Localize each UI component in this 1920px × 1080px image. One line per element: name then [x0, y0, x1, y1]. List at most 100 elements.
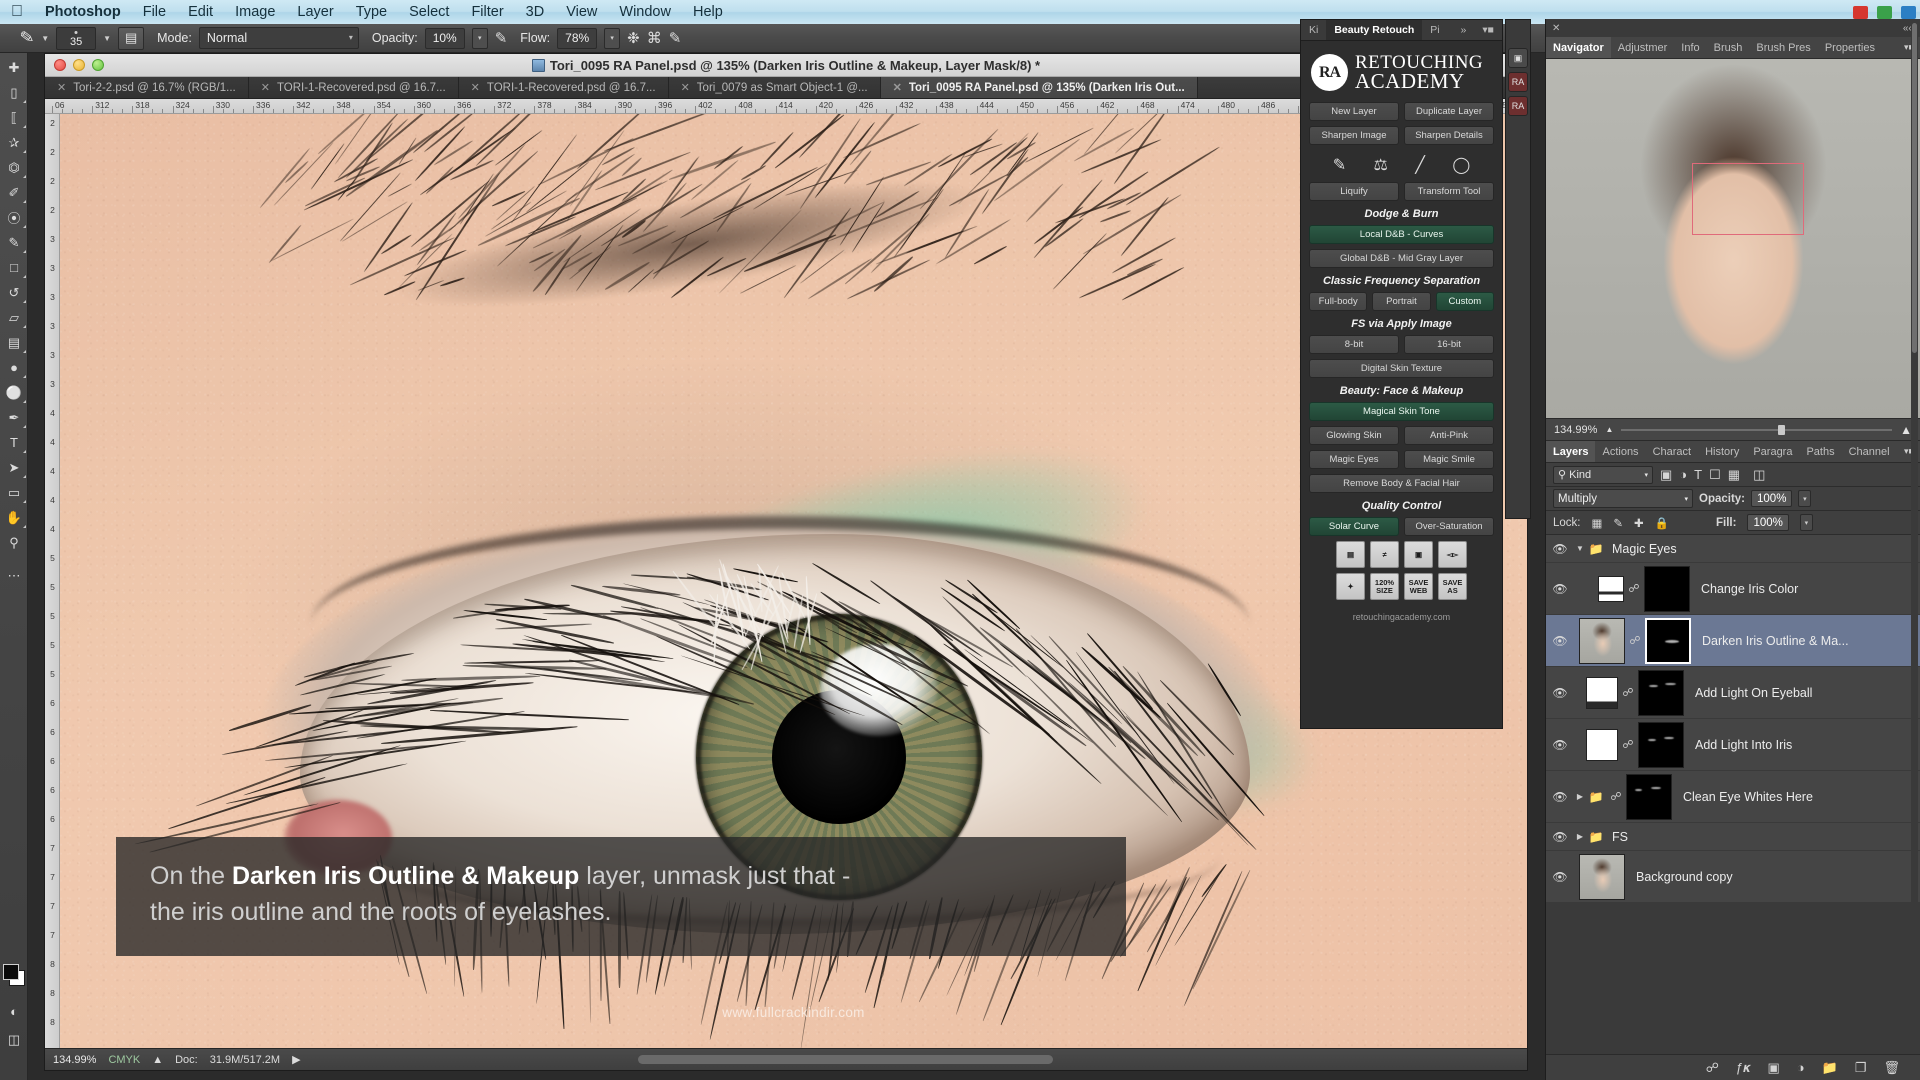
filter-toggle-icon[interactable]: ◫	[1753, 467, 1765, 483]
magic-eyes-button[interactable]: Magic Eyes	[1309, 450, 1399, 469]
levels-icon[interactable]: ▣	[1404, 541, 1433, 568]
collapsed-panel-kuler-icon[interactable]: ▣	[1508, 48, 1528, 68]
tool-pen[interactable]: ✒	[0, 405, 28, 430]
layer-row-clean-eye-whites[interactable]: 👁 ▶ 📁 ☍ Clean Eye Whites Here	[1546, 771, 1920, 823]
layer-thumbnail[interactable]	[1579, 618, 1625, 664]
link-mask-icon[interactable]: ☍	[1625, 634, 1645, 647]
layer-row-background-copy[interactable]: 👁 Background copy	[1546, 851, 1920, 903]
magical-skin-tone-button[interactable]: Magical Skin Tone	[1309, 402, 1494, 421]
document-tab-2[interactable]: ✕ TORI-1-Recovered.psd @ 16.7...	[459, 77, 669, 98]
opacity-value[interactable]: 10%	[425, 28, 465, 49]
glowing-skin-button[interactable]: Glowing Skin	[1309, 426, 1399, 445]
layer-row-change-iris-color[interactable]: 👁 ☍ Change Iris Color	[1546, 563, 1920, 615]
smoothing-icon[interactable]: ⌘	[647, 29, 662, 47]
status-icon-blue[interactable]	[1901, 6, 1916, 19]
menu-item-3d[interactable]: 3D	[515, 4, 556, 20]
tab-navigator[interactable]: Navigator	[1546, 37, 1611, 58]
transform-tool-button[interactable]: Transform Tool	[1404, 182, 1494, 201]
layer-fill-value[interactable]: 100%	[1747, 514, 1788, 531]
document-tab-4[interactable]: ✕ Tori_0095 RA Panel.psd @ 135% (Darken …	[881, 77, 1198, 98]
document-tab-3[interactable]: ✕ Tori_0079 as Smart Object-1 @...	[669, 77, 881, 98]
layer-row-add-light-into-iris[interactable]: 👁 ☍ Add Light Into Iris	[1546, 719, 1920, 771]
digital-skin-texture-button[interactable]: Digital Skin Texture	[1309, 359, 1494, 378]
new-group-icon[interactable]: 📁	[1822, 1060, 1838, 1076]
sharpen-image-button[interactable]: Sharpen Image	[1309, 126, 1399, 145]
brush-size-chevron-icon[interactable]: ▼	[103, 34, 111, 43]
status-icon-red[interactable]	[1853, 6, 1868, 19]
tab-brush-presets[interactable]: Brush Pres	[1749, 37, 1817, 58]
menu-item-filter[interactable]: Filter	[460, 4, 514, 20]
close-icon[interactable]: ✕	[1552, 23, 1560, 34]
layer-blend-mode-select[interactable]: Multiply ▾	[1553, 489, 1693, 508]
tool-lasso[interactable]: ⟦	[0, 105, 28, 130]
menu-item-layer[interactable]: Layer	[286, 4, 344, 20]
navigator-view-box[interactable]	[1692, 163, 1804, 235]
chevron-right-icon[interactable]: ▶	[1574, 792, 1586, 801]
tool-spot-healing[interactable]: ⦿	[0, 205, 28, 230]
close-icon[interactable]: ✕	[893, 81, 902, 94]
tool-edit-toolbar[interactable]: ⋯	[0, 563, 28, 588]
stamp-icon[interactable]: ⚖	[1374, 155, 1388, 175]
layer-mask-thumbnail[interactable]	[1626, 774, 1672, 820]
lock-position-icon[interactable]: ✚	[1634, 516, 1644, 530]
menu-item-edit[interactable]: Edit	[177, 4, 224, 20]
visibility-toggle-icon[interactable]: 👁	[1546, 542, 1574, 556]
tab-info[interactable]: Info	[1674, 37, 1706, 58]
menu-item-type[interactable]: Type	[345, 4, 398, 20]
status-icon-green[interactable]	[1877, 6, 1892, 19]
menu-item-image[interactable]: Image	[224, 4, 286, 20]
remove-body-facial-hair-button[interactable]: Remove Body & Facial Hair	[1309, 474, 1494, 493]
layer-mask-thumbnail[interactable]	[1638, 722, 1684, 768]
link-mask-icon[interactable]: ☍	[1606, 790, 1626, 803]
duplicate-layer-button[interactable]: Duplicate Layer	[1404, 102, 1494, 121]
smart-object-filter-icon[interactable]: ▦	[1728, 467, 1740, 483]
brush-panel-icon[interactable]: ▤	[118, 27, 144, 50]
link-mask-icon[interactable]: ☍	[1618, 686, 1638, 699]
chevron-down-icon[interactable]: ▼	[1574, 544, 1586, 553]
tool-gradient[interactable]: ▤	[0, 330, 28, 355]
tool-brush[interactable]: ✎	[0, 230, 28, 255]
link-layers-icon[interactable]: ☍	[1706, 1060, 1719, 1076]
type-filter-icon[interactable]: T	[1694, 467, 1702, 482]
fs-custom-button[interactable]: Custom	[1436, 292, 1494, 311]
chevron-right-icon[interactable]: ▶	[1574, 832, 1586, 841]
tool-zoom[interactable]: ⚲	[0, 530, 28, 555]
tab-adjustments[interactable]: Adjustmer	[1611, 37, 1675, 58]
menu-item-window[interactable]: Window	[608, 4, 682, 20]
tool-quick-select[interactable]: ✰	[0, 130, 28, 155]
layer-mask-thumbnail[interactable]	[1644, 566, 1690, 612]
tool-eyedropper[interactable]: ✐	[0, 180, 28, 205]
add-mask-icon[interactable]: ▣	[1767, 1060, 1779, 1076]
tool-eraser[interactable]: ▱	[0, 305, 28, 330]
ra-tab-beauty-retouch[interactable]: Beauty Retouch	[1326, 20, 1422, 40]
layer-row-add-light-on-eyeball[interactable]: 👁 ☍ Add Light On Eyeball	[1546, 667, 1920, 719]
brush-icon[interactable]: ✎	[1333, 155, 1346, 175]
close-icon[interactable]: ✕	[471, 81, 480, 94]
tab-history[interactable]: History	[1698, 441, 1746, 462]
delete-layer-icon[interactable]: 🗑	[1883, 1060, 1900, 1076]
horizontal-scrollbar[interactable]	[638, 1055, 1053, 1064]
document-tab-1[interactable]: ✕ TORI-1-Recovered.psd @ 16.7...	[249, 77, 459, 98]
tab-actions[interactable]: Actions	[1595, 441, 1645, 462]
opacity-chevron-icon[interactable]: ▾	[472, 28, 488, 49]
menu-item-select[interactable]: Select	[398, 4, 460, 20]
tab-character[interactable]: Charact	[1646, 441, 1699, 462]
lasso-icon[interactable]: ◯	[1452, 155, 1470, 175]
flow-value[interactable]: 78%	[557, 28, 597, 49]
solar-curve-button[interactable]: Solar Curve	[1309, 517, 1399, 536]
tool-clone-stamp[interactable]: □	[0, 255, 28, 280]
fs-16bit-button[interactable]: 16-bit	[1404, 335, 1494, 354]
tool-crop[interactable]: ⏣	[0, 155, 28, 180]
collapsed-panel-ra2-icon[interactable]: RA	[1508, 96, 1528, 116]
adjustment-layer-icon[interactable]: ◑	[1797, 1060, 1805, 1075]
status-zoom-value[interactable]: 134.99%	[53, 1054, 96, 1066]
collapsed-panel-ra-icon[interactable]: RA	[1508, 72, 1528, 92]
close-icon[interactable]: ✕	[681, 81, 690, 94]
flatten-icon[interactable]: ✦	[1336, 573, 1365, 600]
menu-item-file[interactable]: File	[132, 4, 177, 20]
layer-row-magic-eyes[interactable]: 👁 ▼ 📁 Magic Eyes	[1546, 535, 1920, 563]
gradient-map-icon[interactable]: ≠	[1370, 541, 1399, 568]
layer-row-darken-iris-outline[interactable]: 👁 ☍ Darken Iris Outline & Ma...	[1546, 615, 1920, 667]
visibility-toggle-icon[interactable]: 👁	[1546, 830, 1574, 844]
liquify-button[interactable]: Liquify	[1309, 182, 1399, 201]
